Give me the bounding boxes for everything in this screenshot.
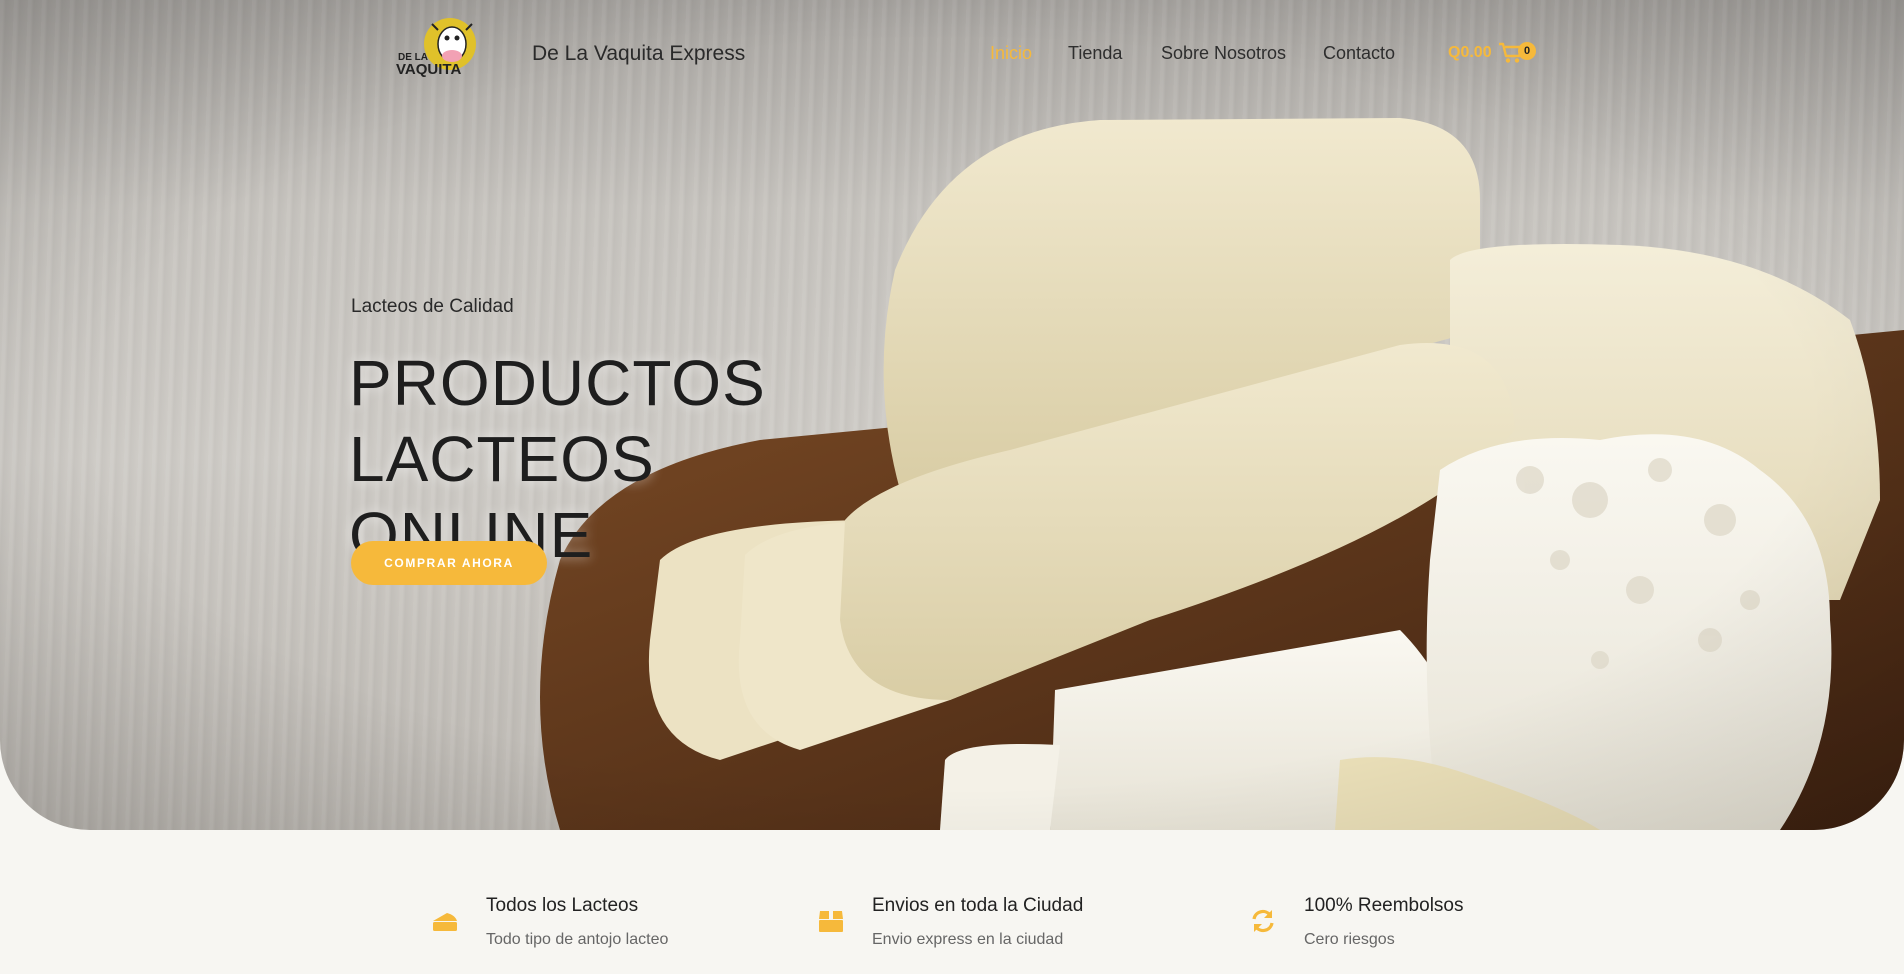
feature-title: 100% Reembolsos — [1304, 895, 1464, 916]
nav-item-contacto[interactable]: Contacto — [1323, 43, 1395, 64]
logo-cow-icon[interactable]: DE LA VAQUITA — [394, 14, 484, 94]
hero-subtitle: Lacteos de Calidad — [351, 296, 514, 317]
site-header: DE LA VAQUITA De La Vaquita Express Inic… — [0, 0, 1904, 110]
site-title[interactable]: De La Vaquita Express — [532, 42, 745, 66]
hero-headline: PRODUCTOS LACTEOS ONLINE — [349, 345, 909, 573]
feature-title: Envios en toda la Ciudad — [872, 895, 1084, 916]
cart-count-badge: 0 — [1518, 42, 1536, 60]
feature-text: Envio express en la ciudad — [872, 931, 1064, 948]
feature-text: Cero riesgos — [1304, 931, 1395, 948]
hero-headline-line1: PRODUCTOS — [349, 347, 766, 419]
cart-total: Q0.00 — [1448, 44, 1492, 61]
cheese-photo — [0, 0, 1904, 830]
svg-text:VAQUITA: VAQUITA — [396, 61, 461, 78]
nav-item-tienda[interactable]: Tienda — [1068, 43, 1122, 64]
cart-button[interactable]: Q0.00 — [1448, 40, 1524, 66]
hero-banner: DE LA VAQUITA De La Vaquita Express Inic… — [0, 0, 1904, 830]
cheese-icon — [433, 913, 457, 931]
feature-text: Todo tipo de antojo lacteo — [486, 931, 669, 948]
nav-item-sobre-nosotros[interactable]: Sobre Nosotros — [1161, 43, 1286, 64]
box-icon — [819, 911, 843, 932]
nav-item-inicio[interactable]: Inicio — [990, 43, 1032, 64]
buy-now-button[interactable]: COMPRAR AHORA — [351, 541, 547, 585]
refresh-icon — [1252, 909, 1274, 933]
feature-title: Todos los Lacteos — [486, 895, 639, 916]
